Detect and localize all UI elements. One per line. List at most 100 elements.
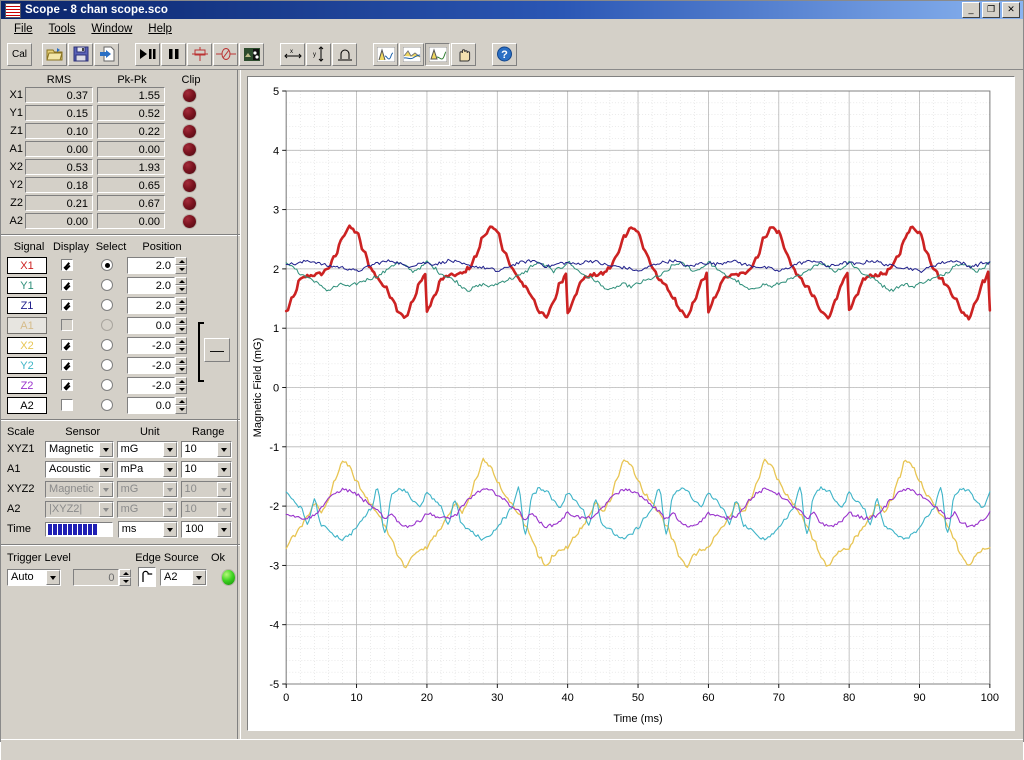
chevron-down-icon[interactable] bbox=[217, 481, 231, 497]
signal-position-value[interactable]: 0.0 bbox=[127, 396, 175, 414]
chevron-down-icon[interactable] bbox=[46, 569, 61, 585]
chevron-down-icon[interactable] bbox=[98, 501, 113, 517]
signal-position-value[interactable]: 0.0 bbox=[127, 316, 175, 334]
run-button[interactable] bbox=[135, 42, 160, 66]
chevron-down-icon[interactable] bbox=[162, 461, 177, 477]
signal-display-checkbox[interactable] bbox=[61, 359, 73, 371]
sensor-combo[interactable]: Acoustic bbox=[45, 460, 114, 478]
trigger-source-combo[interactable]: A2 bbox=[160, 568, 208, 586]
spin-down-icon[interactable] bbox=[175, 325, 187, 334]
signal-select-radio[interactable] bbox=[101, 279, 113, 291]
spin-up-icon[interactable] bbox=[175, 256, 187, 265]
signal-position-value[interactable]: -2.0 bbox=[127, 356, 175, 374]
spin-up-icon[interactable] bbox=[175, 376, 187, 385]
spin-up-icon[interactable] bbox=[175, 356, 187, 365]
chevron-down-icon[interactable] bbox=[162, 481, 177, 497]
trigger-level-button[interactable] bbox=[187, 42, 212, 66]
signal-position-spinner[interactable]: -2.0 bbox=[127, 356, 187, 374]
zoom-region-button[interactable] bbox=[425, 42, 450, 66]
position-spin-buttons[interactable] bbox=[175, 276, 187, 294]
signal-position-value[interactable]: -2.0 bbox=[127, 336, 175, 354]
signal-position-spinner[interactable]: -2.0 bbox=[127, 376, 187, 394]
spin-down-icon[interactable] bbox=[175, 365, 187, 374]
chevron-down-icon[interactable] bbox=[162, 501, 177, 517]
signal-display-checkbox[interactable] bbox=[61, 279, 73, 291]
menu-help[interactable]: Help bbox=[140, 21, 180, 37]
trigger-level-spin-buttons[interactable] bbox=[118, 568, 131, 586]
spin-down-icon[interactable] bbox=[175, 405, 187, 414]
spin-down-icon[interactable] bbox=[118, 577, 131, 586]
chevron-down-icon[interactable] bbox=[98, 441, 113, 457]
signal-select-radio[interactable] bbox=[101, 299, 113, 311]
help-button[interactable]: ? bbox=[492, 42, 517, 66]
range-combo[interactable]: 10 bbox=[180, 440, 232, 458]
chart-svg[interactable]: -5-4-3-2-10123450 10 20 30 40 50 60 70 80 90 100Ti… bbox=[248, 77, 1014, 730]
signal-position-spinner[interactable]: 2.0 bbox=[127, 276, 187, 294]
unit-combo[interactable]: mG bbox=[116, 500, 178, 518]
trigger-level-spinner[interactable]: 0 bbox=[72, 568, 131, 586]
spin-up-icon[interactable] bbox=[118, 568, 131, 577]
calibrate-button[interactable]: Cal bbox=[7, 42, 32, 66]
spin-down-icon[interactable] bbox=[175, 265, 187, 274]
trigger-edge-button[interactable] bbox=[138, 567, 157, 587]
menu-tools[interactable]: Tools bbox=[41, 21, 84, 37]
signal-position-spinner[interactable]: 0.0 bbox=[127, 316, 187, 334]
position-spin-buttons[interactable] bbox=[175, 356, 187, 374]
signal-position-spinner[interactable]: 2.0 bbox=[127, 256, 187, 274]
trigger-level-value[interactable]: 0 bbox=[72, 568, 119, 586]
pause-button[interactable] bbox=[161, 42, 186, 66]
signal-display-checkbox[interactable] bbox=[61, 339, 73, 351]
signal-display-checkbox[interactable] bbox=[61, 319, 73, 331]
chevron-down-icon[interactable] bbox=[98, 481, 113, 497]
position-spin-buttons[interactable] bbox=[175, 296, 187, 314]
chevron-down-icon[interactable] bbox=[163, 521, 178, 537]
position-spin-buttons[interactable] bbox=[175, 336, 187, 354]
spin-down-icon[interactable] bbox=[175, 305, 187, 314]
signal-position-spinner[interactable]: -2.0 bbox=[127, 336, 187, 354]
signal-select-radio[interactable] bbox=[101, 359, 113, 371]
signal-position-spinner[interactable]: 2.0 bbox=[127, 296, 187, 314]
save-file-button[interactable] bbox=[68, 42, 93, 66]
position-spin-buttons[interactable] bbox=[175, 376, 187, 394]
sensor-combo[interactable]: |XYZ2| bbox=[45, 500, 114, 518]
chevron-down-icon[interactable] bbox=[217, 461, 231, 477]
chevron-down-icon[interactable] bbox=[192, 569, 207, 585]
signal-position-value[interactable]: 2.0 bbox=[127, 296, 175, 314]
signal-position-value[interactable]: 2.0 bbox=[127, 256, 175, 274]
signal-name-z1[interactable]: Z1 bbox=[7, 296, 47, 314]
spin-up-icon[interactable] bbox=[175, 276, 187, 285]
restore-button[interactable]: ❐ bbox=[982, 2, 1000, 18]
position-spin-buttons[interactable] bbox=[175, 316, 187, 334]
signal-name-y1[interactable]: Y1 bbox=[7, 276, 47, 294]
spin-down-icon[interactable] bbox=[175, 385, 187, 394]
signal-position-spinner[interactable]: 0.0 bbox=[127, 396, 187, 414]
signal-display-checkbox[interactable] bbox=[61, 299, 73, 311]
snapshot-button[interactable] bbox=[239, 42, 264, 66]
signal-select-radio[interactable] bbox=[101, 339, 113, 351]
signal-display-checkbox[interactable] bbox=[61, 399, 73, 411]
range-combo[interactable]: 10 bbox=[180, 500, 232, 518]
unit-combo[interactable]: mPa bbox=[116, 460, 178, 478]
spectrum-view-button[interactable] bbox=[399, 42, 424, 66]
chevron-down-icon[interactable] bbox=[162, 441, 177, 457]
minimize-button[interactable]: _ bbox=[962, 2, 980, 18]
unit-combo[interactable]: mG bbox=[116, 440, 178, 458]
signal-name-x1[interactable]: X1 bbox=[7, 256, 47, 274]
signal-select-radio[interactable] bbox=[101, 379, 113, 391]
chevron-down-icon[interactable] bbox=[217, 501, 231, 517]
cursor-x-button[interactable]: x bbox=[280, 42, 305, 66]
signal-name-z2[interactable]: Z2 bbox=[7, 376, 47, 394]
spin-up-icon[interactable] bbox=[175, 396, 187, 405]
range-combo[interactable]: 10 bbox=[180, 480, 232, 498]
unit-combo[interactable]: mG bbox=[116, 480, 178, 498]
time-unit-combo[interactable]: ms bbox=[117, 520, 179, 538]
signal-select-radio[interactable] bbox=[101, 259, 113, 271]
spin-up-icon[interactable] bbox=[175, 316, 187, 325]
signal-position-value[interactable]: 2.0 bbox=[127, 276, 175, 294]
signal-name-a1[interactable]: A1 bbox=[7, 316, 47, 334]
trigger-mode-combo[interactable]: Auto bbox=[7, 568, 62, 586]
menu-file[interactable]: File bbox=[6, 21, 41, 37]
oscilloscope-plot[interactable]: -5 -4 -3 -2 -1 0 1 2 3 4 5 0 10 20 30 40 50 60 70 80 90 100 Ti… bbox=[247, 76, 1015, 731]
group-link-button[interactable]: — bbox=[204, 338, 230, 362]
export-button[interactable] bbox=[94, 42, 119, 66]
